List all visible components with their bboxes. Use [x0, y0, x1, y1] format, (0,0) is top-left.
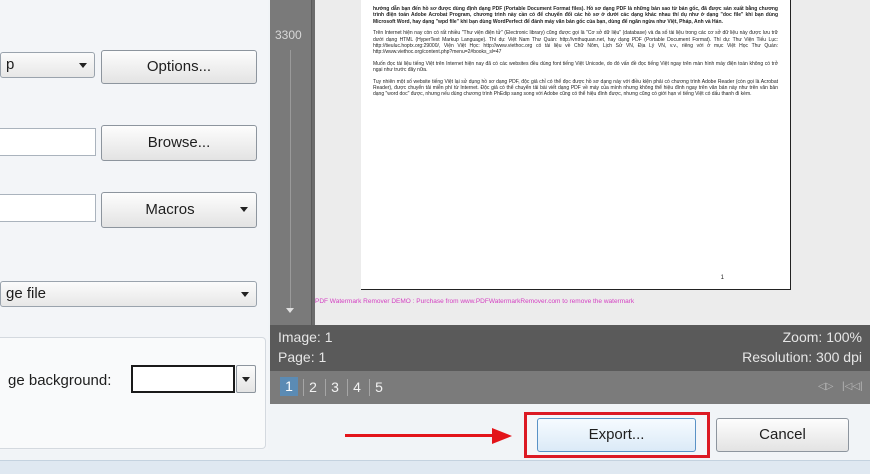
image-info-bar: Image: 1 Page: 1 Zoom: 100% Resolution: …: [270, 325, 870, 371]
zoom-label: Zoom: 100%: [782, 329, 862, 345]
document-paragraph: Muốn đọc tài liệu tiếng Việt trên Intern…: [373, 60, 778, 74]
page-label: Page: 1: [278, 349, 327, 365]
background-group: [0, 337, 266, 449]
document-page: hướng dẫn bạn đến hồ sơ được dùng định d…: [361, 0, 791, 290]
macros-button-label: Macros: [145, 201, 195, 218]
output-type-combo[interactable]: ge file: [0, 281, 257, 307]
background-color-dropdown[interactable]: [236, 365, 256, 393]
ruler-arrow-icon: [286, 308, 294, 313]
chevron-down-icon: [241, 292, 249, 297]
output-type-label: ge file: [6, 285, 47, 302]
resolution-label: Resolution: 300 dpi: [742, 349, 862, 365]
cancel-button[interactable]: Cancel: [716, 418, 849, 452]
page-tab-1[interactable]: 1: [280, 377, 298, 396]
red-arrow-line: [345, 434, 495, 437]
watermark-text: PDF Watermark Remover DEMO : Purchase fr…: [315, 298, 635, 305]
options-button-label: Options...: [146, 58, 212, 75]
preview-panel: 3300 hướng dẫn bạn đến hồ sơ được dùng đ…: [270, 0, 870, 404]
output-folder-input[interactable]: [0, 128, 96, 156]
page-tab-3[interactable]: 3: [328, 379, 342, 395]
red-arrow-icon: [492, 428, 512, 444]
image-label: Image: 1: [278, 329, 333, 345]
export-button[interactable]: Export...: [537, 418, 696, 452]
page-selector: 1 2 3 4 5 ◁▷ |◁◁|: [270, 371, 870, 404]
browse-button[interactable]: Browse...: [101, 125, 257, 161]
export-button-label: Export...: [588, 426, 645, 443]
ruler-line: [290, 50, 291, 308]
ruler-label: 3300: [275, 28, 302, 42]
options-button[interactable]: Options...: [101, 50, 257, 84]
background-color-swatch[interactable]: [131, 365, 235, 393]
preview-canvas[interactable]: hướng dẫn bạn đến hồ sơ được dùng định d…: [315, 0, 870, 325]
format-combo[interactable]: p: [0, 52, 95, 78]
page-tab-5[interactable]: 5: [372, 379, 386, 395]
browse-button-label: Browse...: [147, 134, 211, 151]
background-label: ge background:: [8, 372, 112, 389]
chevron-down-icon: [79, 63, 87, 68]
macros-button[interactable]: Macros: [101, 192, 257, 228]
document-page-number: 1: [720, 275, 724, 281]
page-tab-4[interactable]: 4: [350, 379, 364, 395]
cancel-button-label: Cancel: [759, 426, 806, 443]
step-back-icon[interactable]: ◁▷: [818, 381, 833, 392]
first-page-icon[interactable]: |◁◁|: [842, 381, 863, 392]
document-paragraph: hướng dẫn bạn đến hồ sơ được dùng định d…: [373, 6, 778, 25]
vertical-ruler: 3300: [270, 0, 312, 325]
document-paragraph: Tuy nhiên một số website tiếng Việt lại …: [373, 78, 778, 98]
page-separator: [325, 379, 326, 396]
page-separator: [369, 379, 370, 396]
macro-input[interactable]: [0, 194, 96, 222]
page-separator: [303, 379, 304, 396]
page-separator: [347, 379, 348, 396]
chevron-down-icon: [242, 377, 250, 382]
chevron-down-icon: [240, 207, 248, 212]
document-paragraph: Trên Internet hiện nay còn có rất nhiều …: [373, 30, 778, 56]
format-combo-label: p: [6, 56, 15, 73]
window-bottom-edge: [0, 460, 870, 474]
page-tab-2[interactable]: 2: [306, 379, 320, 395]
